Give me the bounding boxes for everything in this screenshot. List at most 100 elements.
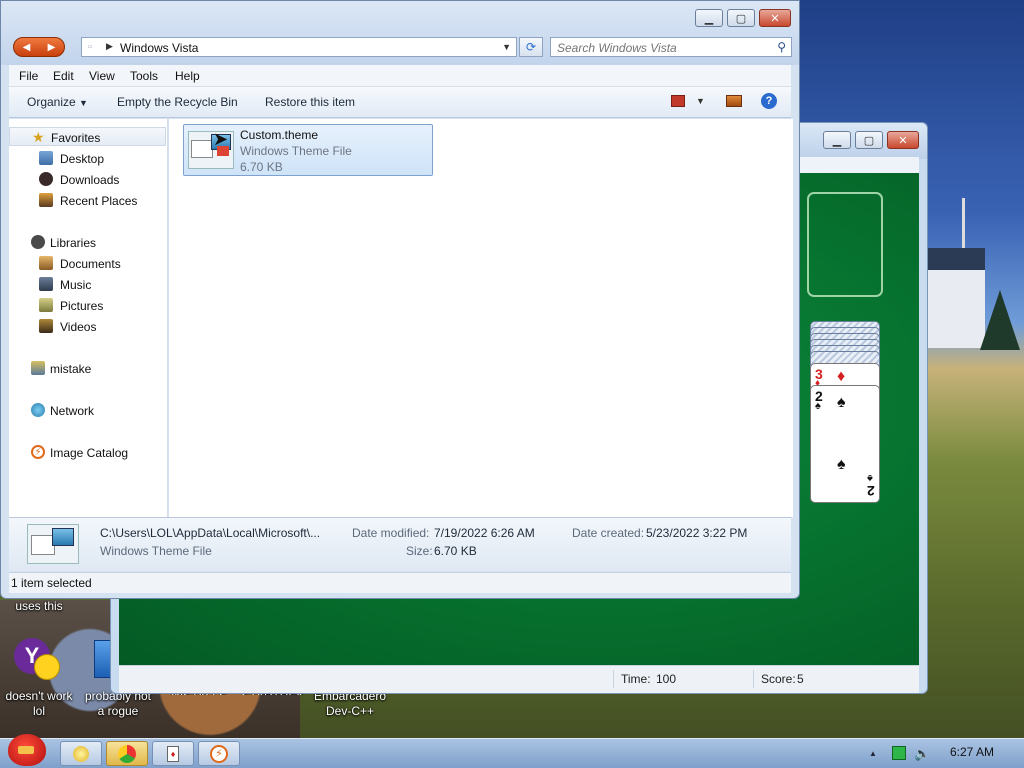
address-text[interactable]: Windows Vista: [120, 41, 198, 55]
downloads-icon: [39, 172, 53, 186]
file-list[interactable]: Custom.theme Windows Theme File 6.70 KB …: [169, 119, 793, 517]
address-bar[interactable]: ▫ ▶ Windows Vista ▼: [81, 37, 517, 57]
nav-pictures[interactable]: Pictures: [9, 296, 166, 315]
explorer-maximize-button[interactable]: ▢: [727, 9, 755, 27]
menu-view[interactable]: View: [89, 69, 115, 83]
views-icon[interactable]: [671, 95, 685, 107]
lightning-icon: ⚡: [31, 445, 45, 459]
card-two-spades[interactable]: 2 ♠ ♠ ♠ 2 ♠: [810, 385, 880, 503]
lightning-icon: ⚡: [210, 744, 228, 763]
taskbar-catalog-button[interactable]: ⚡: [198, 741, 240, 766]
menu-help[interactable]: Help: [175, 69, 200, 83]
solitaire-close-button[interactable]: ✕: [887, 131, 919, 149]
desktop-icon-uses-this[interactable]: uses this: [10, 599, 68, 614]
menu-tools[interactable]: Tools: [130, 69, 158, 83]
time-value: 100: [656, 672, 677, 686]
taskbar-solitaire-button[interactable]: ♦: [152, 741, 194, 766]
close-icon: ✕: [770, 12, 780, 25]
diamond-icon: ♦: [837, 368, 846, 385]
refresh-button[interactable]: ⟳: [519, 37, 543, 57]
nav-videos[interactable]: Videos: [9, 317, 166, 336]
back-arrow-icon[interactable]: ◀: [23, 42, 31, 53]
menu-bar: File Edit View Tools Help: [9, 65, 791, 87]
empty-recycle-bin-button[interactable]: Empty the Recycle Bin: [117, 95, 238, 109]
divider: [613, 670, 614, 688]
nav-music[interactable]: Music: [9, 275, 166, 294]
score-label: Score:: [761, 672, 796, 686]
explorer-window[interactable]: ▁ ▢ ✕ ◀ ▶ ▫ ▶ Windows Vista ▼ ⟳ ⚲ File E…: [0, 0, 800, 599]
card-rank: 2: [867, 483, 875, 499]
clock[interactable]: 6:27 AM: [950, 745, 994, 759]
spade-icon: ♠: [837, 394, 846, 411]
help-icon[interactable]: ?: [761, 93, 777, 109]
chevron-down-icon[interactable]: ▼: [502, 42, 511, 52]
nav-mistake[interactable]: mistake: [9, 359, 166, 378]
nav-downloads[interactable]: Downloads: [9, 170, 166, 189]
score-value: 5: [797, 672, 804, 686]
volume-icon[interactable]: 🔈: [914, 746, 930, 761]
nav-image-catalog[interactable]: ⚡ Image Catalog: [9, 443, 166, 462]
breadcrumb-arrow-icon[interactable]: ▶: [106, 41, 113, 52]
nav-libraries[interactable]: Libraries: [9, 233, 166, 252]
nav-desktop[interactable]: Desktop: [9, 149, 166, 168]
file-name: Custom.theme: [240, 128, 319, 142]
taskbar-chrome-button[interactable]: [106, 741, 148, 766]
start-button[interactable]: [4, 730, 50, 768]
solitaire-minimize-button[interactable]: ▁: [823, 131, 851, 149]
nav-network[interactable]: Network: [9, 401, 166, 420]
explorer-titlebar[interactable]: ▁ ▢ ✕ ◀ ▶ ▫ ▶ Windows Vista ▼ ⟳ ⚲: [1, 1, 799, 65]
chrome-icon: [118, 744, 136, 763]
star-icon: ★: [32, 129, 45, 145]
search-box[interactable]: ⚲: [550, 37, 792, 57]
forward-arrow-icon[interactable]: ▶: [48, 42, 56, 53]
libraries-icon: [31, 235, 45, 249]
close-icon: ✕: [898, 134, 908, 147]
menu-edit[interactable]: Edit: [53, 69, 74, 83]
search-input[interactable]: [557, 40, 767, 55]
preview-pane-icon[interactable]: [726, 95, 742, 107]
network-icon: [31, 403, 45, 417]
divider: [753, 670, 754, 688]
size-label: Size:: [406, 544, 433, 558]
navigation-pane: ★ Favorites Desktop Downloads Recent Pla…: [9, 119, 168, 517]
maximize-icon: ▢: [863, 134, 875, 147]
solitaire-maximize-button[interactable]: ▢: [855, 131, 883, 149]
organize-button[interactable]: Organize ▼: [27, 95, 88, 109]
videos-icon: [39, 319, 53, 333]
nav-favorites[interactable]: ★ Favorites: [9, 127, 166, 146]
explorer-minimize-button[interactable]: ▁: [695, 9, 723, 27]
date-created-label: Date created:: [572, 526, 645, 540]
mouse-cursor-icon: ➤: [213, 129, 229, 149]
date-modified-label: Date modified:: [352, 526, 430, 540]
battery-icon[interactable]: [892, 746, 906, 760]
detail-type: Windows Theme File: [100, 544, 212, 558]
maximize-icon: ▢: [735, 12, 747, 25]
documents-icon: [39, 256, 53, 270]
nav-recent-places[interactable]: Recent Places: [9, 191, 166, 210]
yahoo-icon[interactable]: Y: [14, 638, 62, 682]
spade-icon: ♠: [815, 400, 821, 412]
chevron-down-icon: ▼: [79, 98, 88, 108]
explorer-close-button[interactable]: ✕: [759, 9, 791, 27]
desktop-icon-doesnt-work[interactable]: doesn't work lol: [2, 689, 76, 719]
file-size: 6.70 KB: [240, 160, 283, 174]
nav-documents[interactable]: Documents: [9, 254, 166, 273]
taskbar-explorer-button[interactable]: [60, 741, 102, 766]
solitaire-statusbar: Time: 100 Score: 5: [119, 665, 919, 693]
foundation-slot[interactable]: [807, 192, 883, 297]
refresh-icon: ⟳: [525, 40, 537, 54]
chevron-down-icon[interactable]: ▼: [696, 96, 705, 106]
back-forward-buttons[interactable]: ◀ ▶: [13, 37, 65, 57]
detail-path: C:\Users\LOL\AppData\Local\Microsoft\...: [100, 526, 321, 540]
spade-icon: ♠: [837, 456, 846, 473]
status-bar: 1 item selected: [9, 572, 791, 593]
status-text: 1 item selected: [11, 576, 92, 590]
restore-item-button[interactable]: Restore this item: [265, 95, 355, 109]
file-type: Windows Theme File: [240, 144, 352, 158]
search-icon[interactable]: ⚲: [777, 40, 786, 54]
recent-places-icon: [39, 193, 53, 207]
theme-file-icon: [27, 524, 79, 564]
tray-expand-icon[interactable]: ▲: [869, 749, 877, 758]
menu-file[interactable]: File: [19, 69, 38, 83]
music-icon: [39, 277, 53, 291]
